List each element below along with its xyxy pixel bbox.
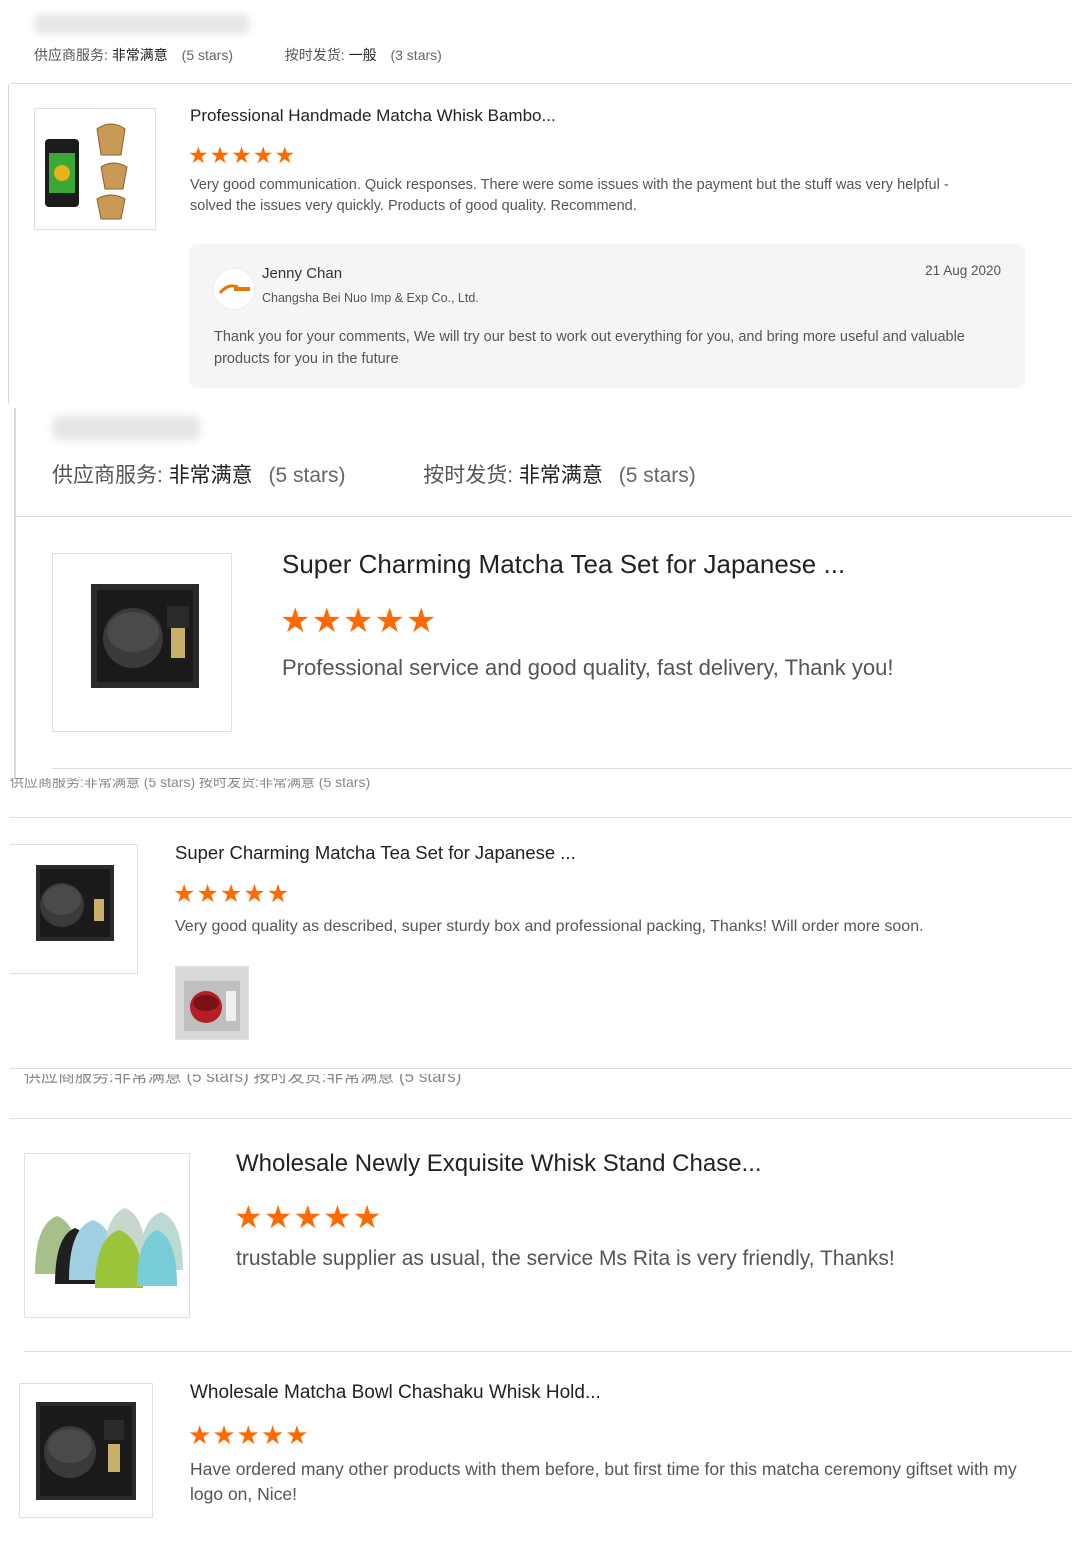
- on-time-value: 非常满意: [518, 464, 603, 487]
- divider: [24, 1351, 1072, 1352]
- product-thumbnail[interactable]: [34, 108, 156, 230]
- supplier-logo-avatar: [213, 268, 255, 310]
- product-thumbnail[interactable]: [10, 844, 138, 974]
- supplier-reply: Jenny Chan Changsha Bei Nuo Imp & Exp Co…: [189, 244, 1025, 388]
- on-time-label: 按时发货:: [423, 464, 514, 487]
- star-icon: ★: [311, 602, 343, 640]
- star-icon: ★: [173, 880, 197, 908]
- star-icon: ★: [352, 1199, 383, 1235]
- star-icon: ★: [263, 1199, 294, 1235]
- redacted-username: [34, 14, 249, 34]
- supplier-service-value: 非常满意: [111, 47, 168, 63]
- star-icon: ★: [231, 142, 253, 168]
- divider: [10, 1118, 1072, 1119]
- product-thumbnail[interactable]: [24, 1153, 190, 1318]
- star-icon: ★: [342, 602, 375, 640]
- star-icon: ★: [293, 1199, 324, 1235]
- divider: [52, 768, 1072, 769]
- on-time-stars: (5 stars): [618, 464, 696, 487]
- star-icon: ★: [274, 142, 297, 168]
- star-rating: ★ ★ ★ ★ ★: [234, 1198, 382, 1236]
- rating-summary: 供应商服务: 非常满意 (5 stars) 按时发货: 一般 (3 stars): [34, 45, 442, 65]
- product-thumbnail[interactable]: [52, 553, 232, 732]
- star-icon: ★: [243, 880, 267, 908]
- on-time-value: 一般: [348, 47, 377, 63]
- star-rating: ★ ★ ★ ★ ★: [188, 142, 296, 169]
- reply-company-name: Changsha Bei Nuo Imp & Exp Co., Ltd.: [262, 291, 479, 305]
- divider: [10, 83, 1072, 84]
- review-text: trustable supplier as usual, the service…: [236, 1247, 895, 1270]
- rating-summary: 供应商服务: 非常满意 (5 stars) 按时发货: 非常满意 (5 star…: [52, 459, 696, 489]
- star-icon: ★: [212, 1420, 237, 1450]
- star-icon: ★: [188, 142, 210, 168]
- product-thumbnail[interactable]: [19, 1383, 153, 1518]
- matcha-tea-set-image: [91, 584, 199, 688]
- star-icon: ★: [209, 142, 232, 168]
- on-time-stars: (3 stars): [390, 47, 442, 63]
- star-icon: ★: [236, 1420, 261, 1450]
- star-icon: ★: [405, 602, 438, 640]
- redacted-username: [52, 416, 200, 440]
- red-matcha-bowl-photo: [176, 967, 248, 1039]
- review-text: Professional service and good quality, f…: [282, 655, 894, 680]
- star-rating: ★ ★ ★ ★ ★: [280, 601, 437, 641]
- product-title-link[interactable]: Wholesale Newly Exquisite Whisk Stand Ch…: [236, 1150, 762, 1178]
- reply-text: Thank you for your comments, We will try…: [214, 329, 965, 368]
- star-icon: ★: [219, 880, 244, 908]
- divider: [10, 1068, 1072, 1069]
- divider: [16, 516, 1072, 517]
- product-title-link[interactable]: Wholesale Matcha Bowl Chashaku Whisk Hol…: [190, 1382, 601, 1404]
- star-icon: ★: [260, 1420, 286, 1450]
- matcha-tea-set-image: [36, 865, 114, 941]
- supplier-service-stars: (5 stars): [268, 464, 346, 487]
- reply-author-name: Jenny Chan: [262, 265, 343, 282]
- supplier-service-label: 供应商服务:: [34, 47, 108, 63]
- product-title-link[interactable]: Super Charming Matcha Tea Set for Japane…: [282, 549, 845, 580]
- review-text: Very good communication. Quick responses…: [190, 177, 949, 215]
- cropped-rating-summary: 供应商服务:非常满意 (5 stars) 按时发货:非常满意 (5 stars): [24, 1074, 462, 1086]
- star-rating: ★ ★ ★ ★ ★: [173, 879, 290, 909]
- reply-date: 21 Aug 2020: [925, 263, 1001, 278]
- star-icon: ★: [285, 1420, 310, 1450]
- review-text: Have ordered many other products with th…: [190, 1459, 1017, 1505]
- product-title-link[interactable]: Super Charming Matcha Tea Set for Japane…: [175, 842, 576, 864]
- star-icon: ★: [234, 1199, 264, 1235]
- whisk-stands-image: [35, 1208, 183, 1288]
- supplier-service-stars: (5 stars): [181, 47, 234, 63]
- star-icon: ★: [196, 880, 220, 908]
- review-text: Very good quality as described, super st…: [175, 918, 924, 935]
- star-icon: ★: [280, 602, 312, 640]
- supplier-service-value: 非常满意: [168, 464, 253, 487]
- panel-edge: [8, 84, 9, 404]
- supplier-service-label: 供应商服务:: [52, 464, 163, 487]
- matcha-bowl-gift-set-image: [36, 1402, 136, 1500]
- cropped-rating-summary: 供应商服务:非常满意 (5 stars) 按时发货:非常满意 (5 stars): [10, 778, 371, 790]
- star-icon: ★: [323, 1199, 353, 1235]
- matcha-whisk-image: [45, 123, 128, 220]
- divider: [10, 817, 1072, 818]
- on-time-label: 按时发货:: [284, 47, 345, 63]
- star-icon: ★: [374, 602, 406, 640]
- product-title-link[interactable]: Professional Handmade Matcha Whisk Bambo…: [190, 106, 556, 126]
- panel-edge: [14, 408, 16, 778]
- star-rating: ★ ★ ★ ★ ★: [188, 1420, 310, 1451]
- star-icon: ★: [252, 142, 275, 168]
- star-icon: ★: [188, 1420, 213, 1450]
- star-icon: ★: [266, 880, 291, 908]
- review-photo[interactable]: [175, 966, 249, 1040]
